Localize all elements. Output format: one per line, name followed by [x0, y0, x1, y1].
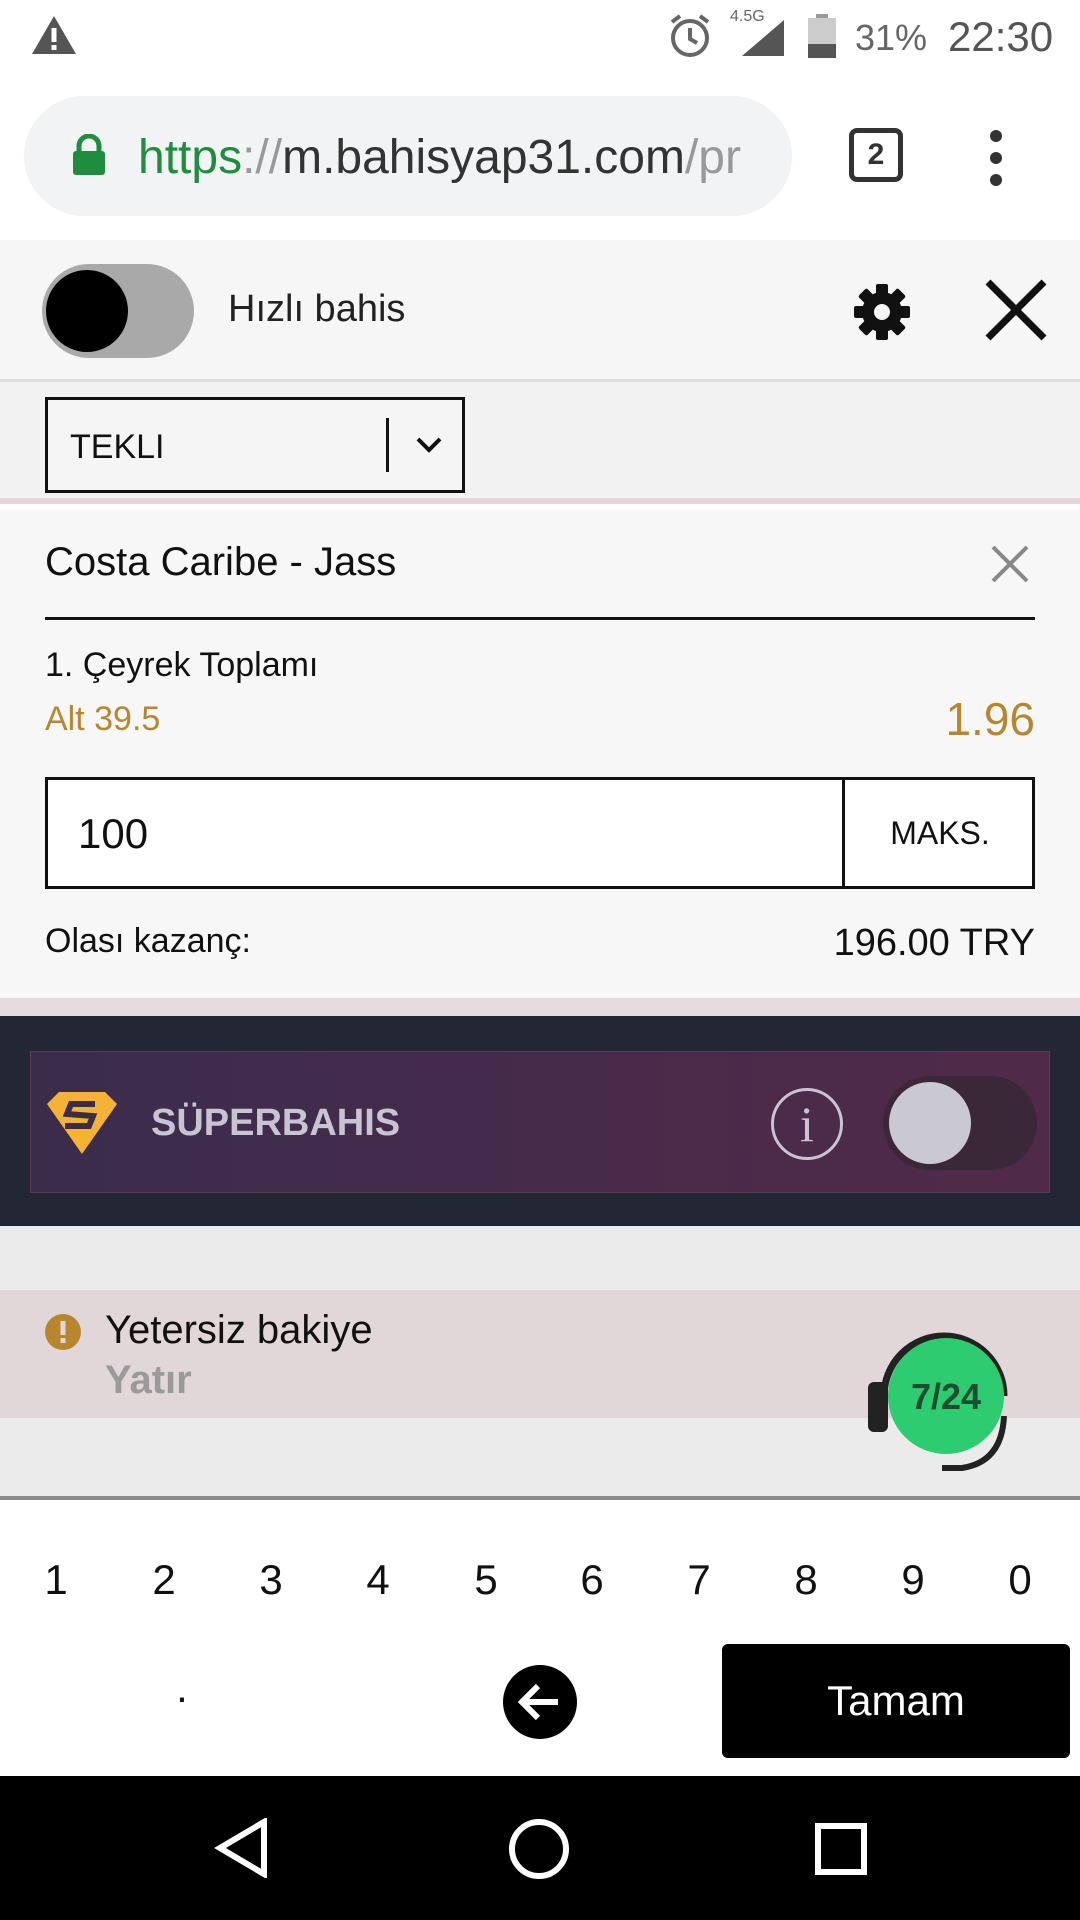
- bet-type-select[interactable]: TEKLI: [45, 397, 465, 493]
- match-name: Costa Caribe - Jass: [45, 540, 397, 584]
- support-badge-text: 7/24: [910, 1376, 982, 1417]
- section-divider: [0, 998, 1080, 1016]
- superbahis-logo-icon: [47, 1092, 117, 1154]
- more-options-icon[interactable]: [984, 128, 1008, 188]
- browser-toolbar: https://m.bahisyap31.com/pr 2: [0, 72, 1080, 240]
- live-support-button[interactable]: 7/24: [862, 1326, 1026, 1476]
- market-name: 1. Çeyrek Toplamı: [45, 646, 319, 684]
- clock: 22:30: [948, 13, 1054, 60]
- toggle-knob: [889, 1082, 971, 1164]
- address-bar[interactable]: https://m.bahisyap31.com/pr: [24, 96, 792, 216]
- key-dot[interactable]: .: [152, 1664, 212, 1712]
- match-divider: [45, 617, 1035, 620]
- winnings-label: Olası kazanç:: [45, 922, 251, 960]
- odds-value: 1.96: [945, 693, 1035, 745]
- remove-bet-icon[interactable]: [990, 544, 1030, 584]
- selection-name: Alt 39.5: [45, 700, 161, 738]
- back-nav-icon[interactable]: [214, 1818, 270, 1878]
- stake-input-group: 100 MAKS.: [45, 777, 1035, 889]
- betslip-header: Hızlı bahis: [0, 240, 1080, 382]
- key-6[interactable]: 6: [562, 1556, 622, 1604]
- recents-nav-icon[interactable]: [814, 1822, 868, 1876]
- bet-type-value: TEKLI: [70, 428, 165, 466]
- signal-icon: [742, 20, 784, 56]
- alarm-icon: [670, 14, 710, 57]
- key-2[interactable]: 2: [134, 1556, 194, 1604]
- close-icon[interactable]: [984, 278, 1048, 342]
- key-3[interactable]: 3: [241, 1556, 301, 1604]
- quick-bet-toggle[interactable]: [42, 264, 194, 358]
- warning-title: Yetersiz bakiye: [105, 1308, 373, 1352]
- url-host: m.bahisyap31.com: [282, 131, 685, 184]
- tab-switcher-button[interactable]: 2: [849, 128, 903, 182]
- quick-bet-label: Hızlı bahis: [228, 288, 406, 330]
- status-bar: 4.5G 31% 22:30: [0, 0, 1080, 72]
- android-nav-bar: [0, 1776, 1080, 1920]
- home-nav-icon[interactable]: [508, 1818, 570, 1880]
- backspace-arrow-icon[interactable]: [502, 1664, 578, 1740]
- url-separator: ://: [242, 131, 283, 184]
- chevron-down-icon: [416, 437, 442, 453]
- key-7[interactable]: 7: [669, 1556, 729, 1604]
- key-5[interactable]: 5: [456, 1556, 516, 1604]
- lock-icon: [73, 134, 105, 175]
- bet-card: Costa Caribe - Jass 1. Çeyrek Toplamı Al…: [0, 510, 1080, 998]
- key-4[interactable]: 4: [348, 1556, 408, 1604]
- warning-icon: [32, 16, 76, 54]
- toggle-knob: [46, 270, 128, 352]
- bet-type-row: TEKLI: [0, 382, 1080, 504]
- superbahis-bar: SÜPERBAHIS i: [30, 1051, 1050, 1193]
- select-divider: [386, 418, 389, 472]
- key-1[interactable]: 1: [26, 1556, 86, 1604]
- max-stake-button[interactable]: MAKS.: [845, 780, 1035, 886]
- key-9[interactable]: 9: [883, 1556, 943, 1604]
- numeric-keyboard: 1 2 3 4 5 6 7 8 9 0 . Tamam: [0, 1504, 1080, 1776]
- spacer: [0, 1226, 1080, 1290]
- key-0[interactable]: 0: [990, 1556, 1050, 1604]
- battery-percent: 31%: [855, 17, 928, 58]
- done-button[interactable]: Tamam: [722, 1644, 1070, 1758]
- info-button[interactable]: i: [771, 1088, 843, 1160]
- url-path: /pr: [684, 131, 741, 184]
- superbahis-label: SÜPERBAHIS: [151, 1102, 401, 1144]
- superbahis-section: SÜPERBAHIS i: [0, 1016, 1080, 1226]
- battery-icon: [808, 14, 836, 58]
- stake-input[interactable]: 100: [78, 810, 148, 858]
- superbahis-toggle[interactable]: [883, 1076, 1037, 1170]
- url-scheme: https: [138, 131, 243, 184]
- winnings-value: 196.00 TRY: [833, 922, 1035, 964]
- key-8[interactable]: 8: [776, 1556, 836, 1604]
- deposit-link[interactable]: Yatır: [105, 1358, 192, 1403]
- url-text: https://m.bahisyap31.com/pr: [138, 130, 784, 185]
- settings-gear-icon[interactable]: [852, 282, 912, 342]
- alert-icon: [45, 1314, 81, 1350]
